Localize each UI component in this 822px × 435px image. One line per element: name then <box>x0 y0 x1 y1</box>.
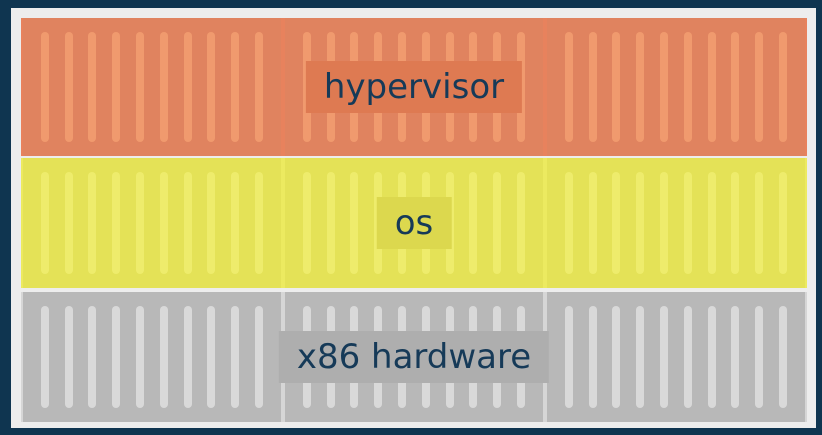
block-slat <box>731 172 740 274</box>
container-block <box>23 18 281 156</box>
block-slat <box>231 172 240 274</box>
block-slat <box>779 306 788 408</box>
block-slat <box>88 172 97 274</box>
block-slat <box>779 32 788 142</box>
block-slat <box>636 32 645 142</box>
container-block <box>547 158 805 288</box>
block-slat <box>183 32 192 142</box>
block-slat <box>683 306 692 408</box>
block-slat <box>302 172 311 274</box>
block-slat <box>64 32 73 142</box>
block-slat <box>612 306 621 408</box>
block-slat <box>755 172 764 274</box>
block-slat <box>755 306 764 408</box>
block-slat <box>731 32 740 142</box>
block-slat <box>755 32 764 142</box>
block-slat <box>159 32 168 142</box>
block-slat <box>350 172 359 274</box>
stack-diagram: hypervisor os x86 hardware <box>11 8 816 428</box>
block-slat <box>683 172 692 274</box>
block-slat <box>326 172 335 274</box>
block-slat <box>493 172 502 274</box>
block-slat <box>588 306 597 408</box>
block-slat <box>636 306 645 408</box>
block-slat <box>207 306 216 408</box>
block-slat <box>112 306 121 408</box>
block-slat <box>707 32 716 142</box>
block-slat <box>255 172 264 274</box>
container-block <box>547 292 805 422</box>
block-slat <box>731 306 740 408</box>
block-slat <box>660 306 669 408</box>
block-slat <box>112 32 121 142</box>
block-slat <box>207 32 216 142</box>
block-slat <box>64 306 73 408</box>
block-slat <box>707 306 716 408</box>
layer-os: os <box>21 158 807 288</box>
container-block <box>547 18 805 156</box>
block-slat <box>469 172 478 274</box>
block-slat <box>136 306 145 408</box>
block-slat <box>40 306 49 408</box>
block-slat <box>588 172 597 274</box>
block-slat <box>159 306 168 408</box>
block-slat <box>88 306 97 408</box>
block-slat <box>207 172 216 274</box>
block-slat <box>231 306 240 408</box>
block-slat <box>64 172 73 274</box>
block-slat <box>636 172 645 274</box>
block-slat <box>707 172 716 274</box>
block-slat <box>112 172 121 274</box>
block-slat <box>564 172 573 274</box>
layer-label-hypervisor: hypervisor <box>305 61 523 113</box>
block-slat <box>683 32 692 142</box>
block-slat <box>159 172 168 274</box>
block-slat <box>136 32 145 142</box>
block-slat <box>40 172 49 274</box>
block-slat <box>136 172 145 274</box>
block-slat <box>779 172 788 274</box>
block-slat <box>588 32 597 142</box>
block-slat <box>40 32 49 142</box>
block-slat <box>564 306 573 408</box>
block-slat <box>517 172 526 274</box>
container-block <box>23 292 281 422</box>
block-slat <box>612 172 621 274</box>
block-slat <box>183 306 192 408</box>
block-slat <box>564 32 573 142</box>
layer-label-x86-hardware: x86 hardware <box>278 331 550 383</box>
block-slat <box>255 32 264 142</box>
layer-label-os: os <box>376 197 452 249</box>
block-slat <box>612 32 621 142</box>
layer-hypervisor: hypervisor <box>21 18 807 156</box>
block-slat <box>88 32 97 142</box>
container-block <box>23 158 281 288</box>
block-slat <box>255 306 264 408</box>
block-slat <box>183 172 192 274</box>
block-slat <box>660 172 669 274</box>
layer-x86-hardware: x86 hardware <box>21 292 807 422</box>
block-slat <box>231 32 240 142</box>
block-slat <box>660 32 669 142</box>
